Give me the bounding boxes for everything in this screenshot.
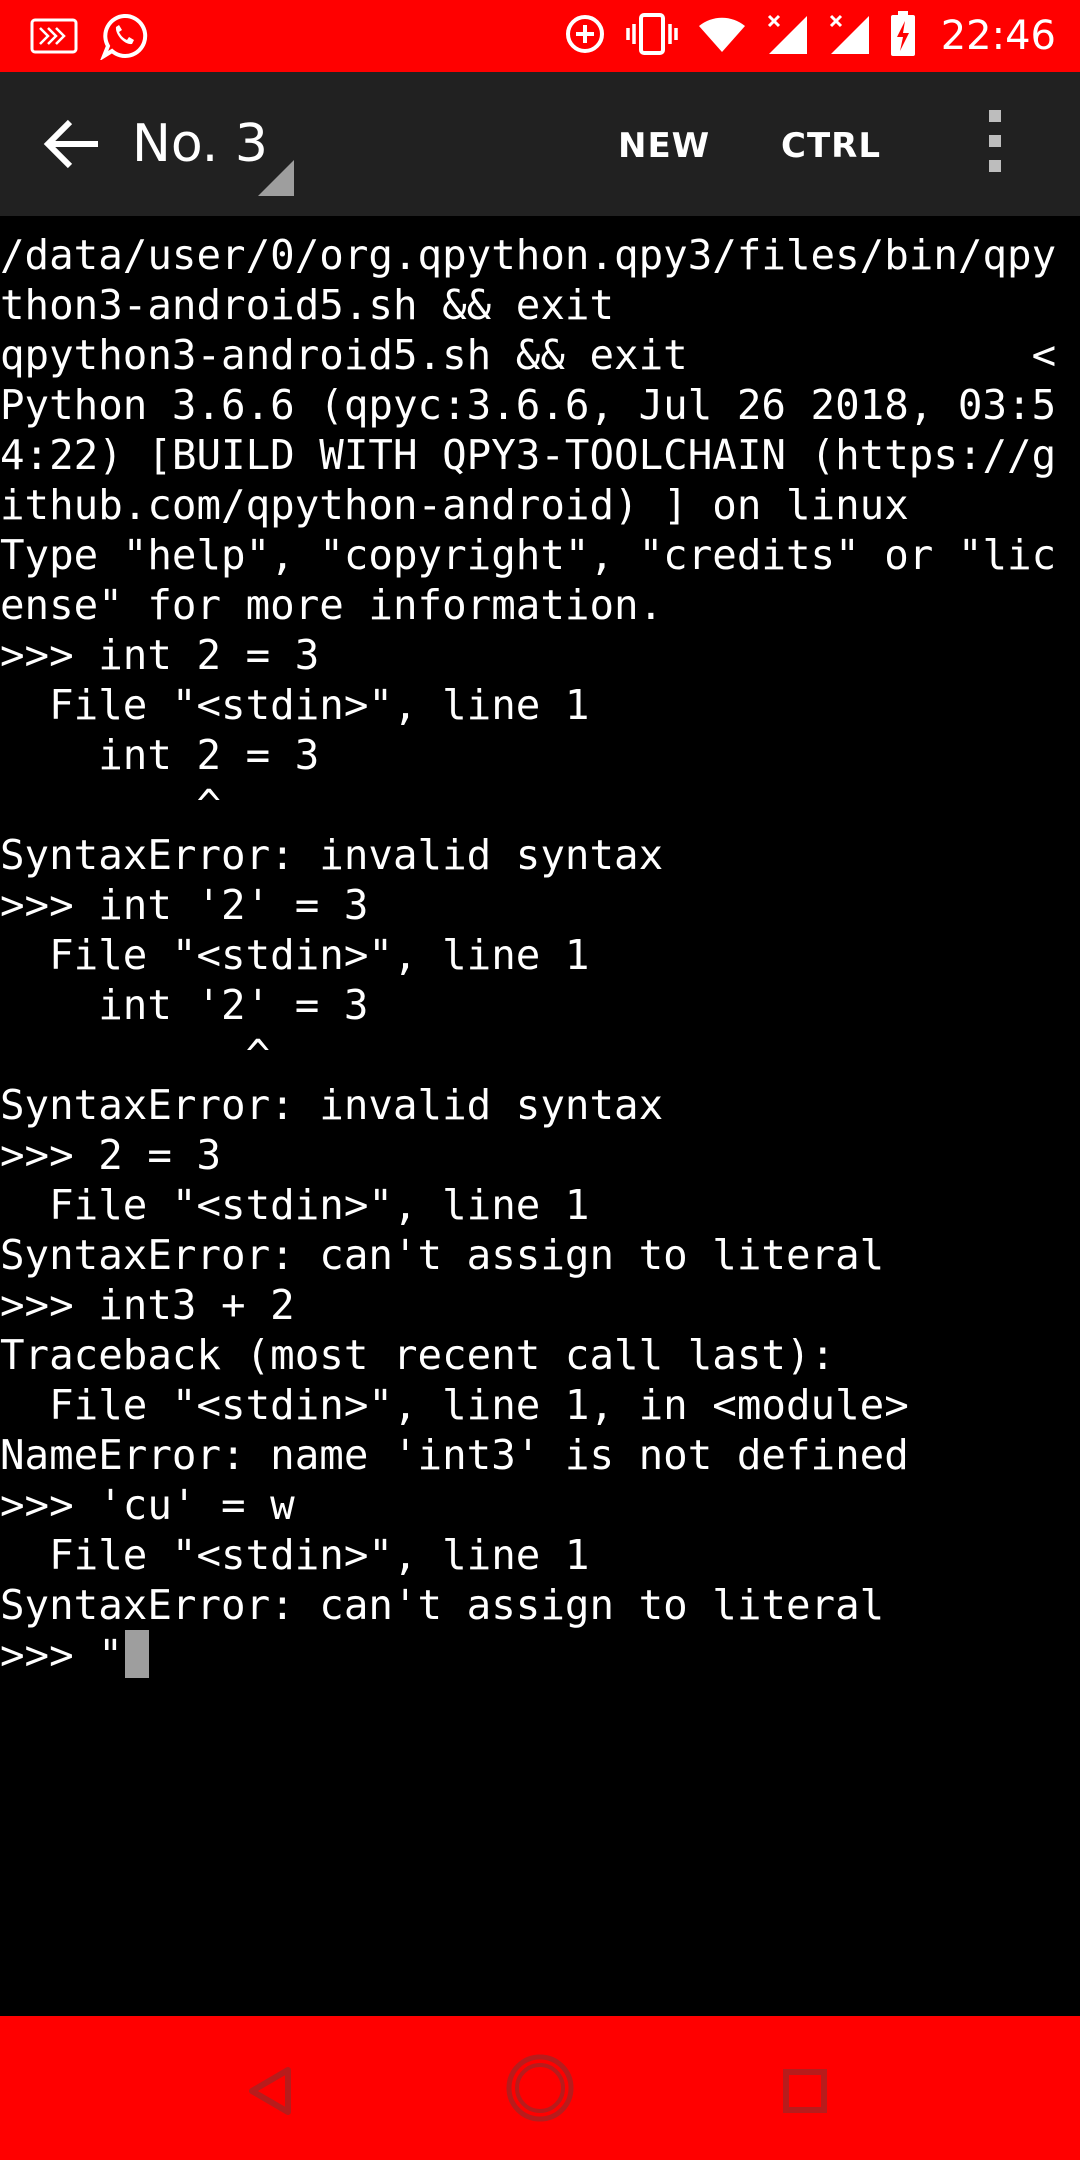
nav-recents-button[interactable]: [770, 2056, 840, 2126]
terminal-line: int 2 = 3: [0, 731, 320, 779]
status-bar: 22:46: [0, 0, 1080, 72]
terminal-line: ense" for more information.: [0, 581, 664, 629]
terminal-line: Traceback (most recent call last):: [0, 1331, 836, 1379]
terminal-line: thon3-android5.sh && exit: [0, 281, 615, 329]
screen-mirror-icon: [30, 16, 80, 60]
terminal-line: ^: [0, 781, 222, 829]
terminal-output[interactable]: /data/user/0/org.qpython.qpy3/files/bin/…: [0, 230, 1080, 2010]
overflow-menu-button[interactable]: [980, 110, 1010, 180]
terminal-line: File "<stdin>", line 1: [0, 1181, 590, 1229]
terminal-line: SyntaxError: invalid syntax: [0, 1081, 664, 1129]
signal-icon: [827, 12, 871, 60]
back-button[interactable]: [40, 116, 104, 172]
wifi-icon: [697, 14, 747, 58]
terminal-line: /data/user/0/org.qpython.qpy3/files/bin/…: [0, 231, 1057, 279]
nav-bar: [0, 2016, 1080, 2160]
circle-home-icon: [504, 2054, 576, 2128]
terminal-line: ^: [0, 1031, 271, 1079]
square-recents-icon: [770, 2069, 840, 2130]
session-title[interactable]: No. 3: [132, 112, 268, 176]
terminal-line: >>> 'cu' = w: [0, 1481, 295, 1529]
terminal-line: Python 3.6.6 (qpyc:3.6.6, Jul 26 2018, 0…: [0, 381, 1057, 429]
terminal-line: 4:22) [BUILD WITH QPY3-TOOLCHAIN (https:…: [0, 431, 1057, 479]
terminal-line: >>> int 2 = 3: [0, 631, 320, 679]
signal-icon: [765, 12, 809, 60]
terminal-line: SyntaxError: invalid syntax: [0, 831, 664, 879]
nav-back-button[interactable]: [238, 2056, 308, 2126]
terminal-line: int '2' = 3: [0, 981, 369, 1029]
terminal-line: File "<stdin>", line 1: [0, 681, 590, 729]
arrow-back-icon: [40, 119, 104, 176]
terminal-line: >>> int '2' = 3: [0, 881, 369, 929]
dropdown-corner-icon: [258, 160, 294, 196]
triangle-back-icon: [238, 2067, 308, 2130]
terminal-line: >>> int3 + 2: [0, 1281, 295, 1329]
whatsapp-icon: [99, 12, 148, 64]
terminal-line: ithub.com/qpython-android) ] on linux: [0, 481, 909, 529]
terminal-prompt-text: >>> ": [0, 1631, 123, 1679]
terminal-line: SyntaxError: can't assign to literal: [0, 1581, 885, 1629]
data-saver-icon: [563, 12, 607, 60]
terminal-line: NameError: name 'int3' is not defined: [0, 1431, 909, 1479]
terminal-line: qpython3-android5.sh && exit <: [0, 331, 1057, 379]
terminal-line: SyntaxError: can't assign to literal: [0, 1231, 885, 1279]
app-bar: No. 3 NEW CTRL: [0, 72, 1080, 216]
text-cursor: [124, 1630, 149, 1678]
terminal-line: File "<stdin>", line 1: [0, 931, 590, 979]
ctrl-button[interactable]: CTRL: [781, 124, 881, 168]
terminal-line: File "<stdin>", line 1, in <module>: [0, 1381, 909, 1429]
more-vert-icon: [980, 110, 1010, 172]
status-time: 22:46: [940, 13, 1056, 59]
vibrate-icon: [625, 12, 679, 60]
terminal-prompt-line[interactable]: >>> ": [0, 1630, 1080, 1680]
battery-charging-icon: [889, 11, 917, 61]
nav-home-button[interactable]: [504, 2052, 576, 2124]
new-button[interactable]: NEW: [618, 124, 710, 168]
terminal-line: File "<stdin>", line 1: [0, 1531, 590, 1579]
terminal-line: Type "help", "copyright", "credits" or "…: [0, 531, 1057, 579]
terminal-line: >>> 2 = 3: [0, 1131, 222, 1179]
